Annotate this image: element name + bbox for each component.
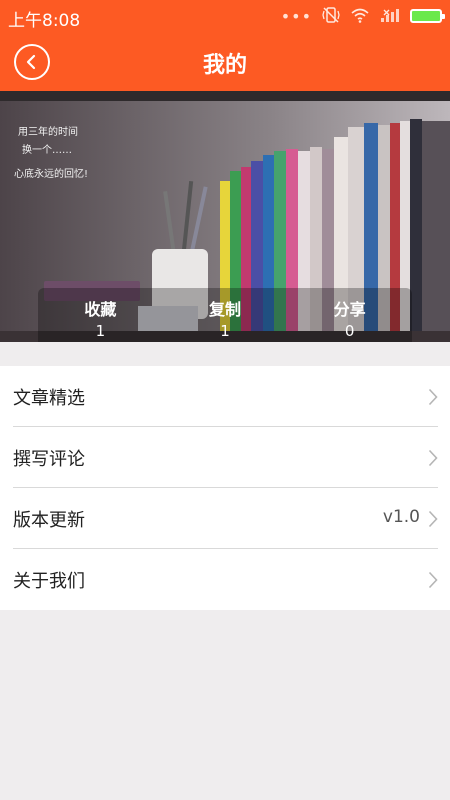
stat-count: 1	[95, 322, 106, 340]
menu-item-version-update[interactable]: 版本更新 v1.0	[0, 488, 450, 549]
stats-bar: 收藏 1 复制 1 分享 0	[38, 288, 412, 342]
chevron-right-icon	[428, 510, 438, 528]
chevron-right-icon	[428, 388, 438, 406]
wifi-icon	[350, 7, 370, 26]
stat-copies[interactable]: 复制 1	[163, 288, 288, 342]
vibrate-icon	[322, 6, 340, 27]
battery-icon	[410, 9, 445, 23]
status-time: 上午8:08	[8, 11, 81, 31]
stat-count: 0	[344, 322, 355, 340]
handwriting-line-3: 心底永远的回忆!	[14, 167, 88, 180]
stat-label: 收藏	[84, 300, 117, 319]
handwriting-line-1: 用三年的时间	[18, 125, 78, 138]
menu-item-write-review[interactable]: 撰写评论	[0, 427, 450, 488]
status-bar: 上午8:08 •••	[0, 0, 450, 33]
stat-count: 1	[220, 322, 230, 340]
menu-item-featured-articles[interactable]: 文章精选	[0, 366, 450, 427]
stat-label: 复制	[209, 300, 242, 319]
notification-dots: •••	[280, 6, 312, 26]
version-value: v1.0	[382, 507, 420, 527]
stat-favorites[interactable]: 收藏 1	[38, 288, 163, 342]
menu-item-about-us[interactable]: 关于我们	[0, 549, 450, 610]
status-icons: •••	[280, 6, 445, 27]
menu-item-label: 版本更新	[13, 509, 85, 531]
menu-item-label: 撰写评论	[13, 448, 85, 470]
menu-item-label: 关于我们	[13, 570, 85, 592]
profile-banner: 用三年的时间 换一个…… 心底永远的回忆! 收藏 1 复制 1 分享 0	[0, 91, 450, 342]
settings-menu: 文章精选 撰写评论 版本更新 v1.0 关于我们	[0, 366, 450, 610]
chevron-right-icon	[428, 449, 438, 467]
page-title: 我的	[202, 53, 247, 78]
app-bar: 我的	[0, 33, 450, 91]
handwriting-line-2: 换一个……	[22, 143, 72, 156]
stat-label: 分享	[333, 300, 366, 319]
menu-item-label: 文章精选	[13, 387, 85, 409]
stat-shares[interactable]: 分享 0	[287, 288, 412, 342]
chevron-right-icon	[428, 571, 438, 589]
signal-icon	[380, 7, 400, 26]
